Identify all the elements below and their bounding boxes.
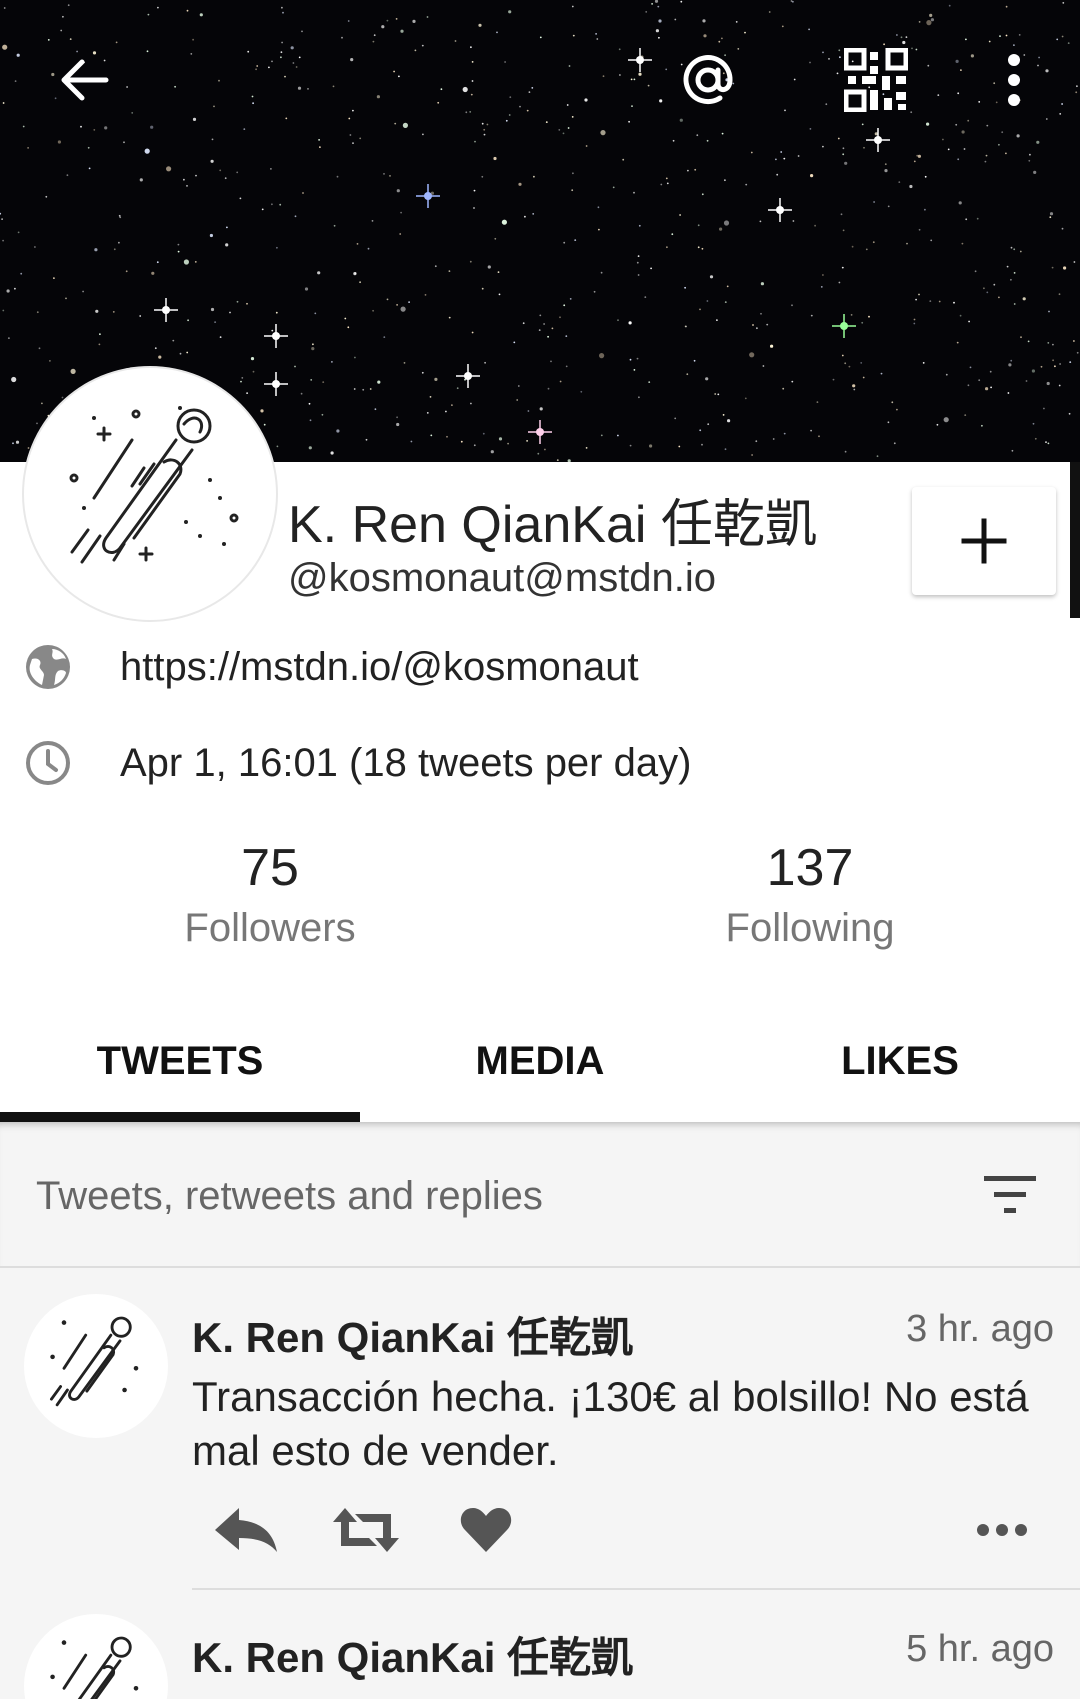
globe-icon <box>26 645 70 689</box>
tweet-item[interactable]: K. Ren QianKai 任乾凱 3 hr. ago Transacción… <box>0 1270 1080 1590</box>
profile-url-link[interactable]: https://mstdn.io/@kosmonaut <box>120 645 639 690</box>
back-button[interactable] <box>42 38 126 122</box>
retweet-icon <box>333 1508 399 1552</box>
filter-button[interactable] <box>980 1170 1040 1218</box>
like-button[interactable] <box>448 1500 524 1560</box>
following-label: Following <box>725 906 895 950</box>
followers-count: 75 <box>241 839 299 897</box>
qr-code-icon <box>844 48 908 112</box>
profile-avatar[interactable] <box>24 368 276 620</box>
profile-display-name: K. Ren QianKai 任乾凱 <box>288 496 817 554</box>
profile-joined-text: Apr 1, 16:01 (18 tweets per day) <box>120 740 692 785</box>
filter-icon <box>984 1176 1036 1213</box>
qr-code-button[interactable] <box>834 38 918 122</box>
astronaut-avatar-image <box>50 1636 139 1699</box>
tab-tweets[interactable]: TWEETS <box>0 1000 360 1122</box>
more-vertical-icon <box>1008 54 1020 106</box>
more-horizontal-icon <box>977 1524 1027 1536</box>
heart-icon <box>460 1508 512 1552</box>
tweet-author-avatar[interactable] <box>24 1294 168 1438</box>
arrow-left-icon <box>61 59 109 101</box>
filter-label: Tweets, retweets and replies <box>36 1174 543 1218</box>
tweet-author-avatar[interactable] <box>24 1614 168 1699</box>
retweet-button[interactable] <box>328 1500 404 1560</box>
reply-button[interactable] <box>208 1500 284 1560</box>
overflow-menu-button[interactable] <box>972 38 1056 122</box>
active-tab-indicator <box>0 1112 360 1122</box>
scroll-edge-indicator <box>1070 462 1080 618</box>
following-count: 137 <box>766 839 854 897</box>
profile-url-row[interactable]: https://mstdn.io/@kosmonaut <box>24 643 639 691</box>
followers-label: Followers <box>184 906 356 950</box>
profile-joined-row: Apr 1, 16:01 (18 tweets per day) <box>24 739 691 787</box>
plus-icon <box>961 518 1007 564</box>
timeline-filter-bar: Tweets, retweets and replies <box>0 1122 1080 1268</box>
reply-icon <box>215 1508 277 1552</box>
mention-button[interactable] <box>666 38 750 122</box>
at-sign-icon <box>683 55 733 105</box>
tweet-text: Transacción hecha. ¡130€ al bolsillo! No… <box>192 1373 1029 1474</box>
profile-tabs: TWEETS MEDIA LIKES <box>0 1000 1080 1122</box>
tweet-timestamp: 3 hr. ago <box>906 1308 1054 1350</box>
tweet-author-name[interactable]: K. Ren QianKai 任乾凱 <box>192 1304 633 1365</box>
astronaut-avatar-image <box>69 406 239 564</box>
tweet-more-button[interactable] <box>964 1500 1040 1560</box>
tab-likes[interactable]: LIKES <box>720 1000 1080 1122</box>
followers-stat[interactable]: 75 Followers <box>120 838 420 951</box>
clock-icon <box>26 741 70 785</box>
tweet-item[interactable]: K. Ren QianKai 任乾凱 5 hr. ago <box>0 1590 1080 1699</box>
astronaut-avatar-image <box>50 1316 139 1407</box>
tweet-author-name[interactable]: K. Ren QianKai 任乾凱 <box>192 1624 633 1685</box>
following-stat[interactable]: 137 Following <box>660 838 960 951</box>
profile-handle: @kosmonaut@mstdn.io <box>288 556 717 600</box>
tab-media[interactable]: MEDIA <box>360 1000 720 1122</box>
tweet-timestamp: 5 hr. ago <box>906 1628 1054 1670</box>
follow-button[interactable] <box>912 487 1056 595</box>
